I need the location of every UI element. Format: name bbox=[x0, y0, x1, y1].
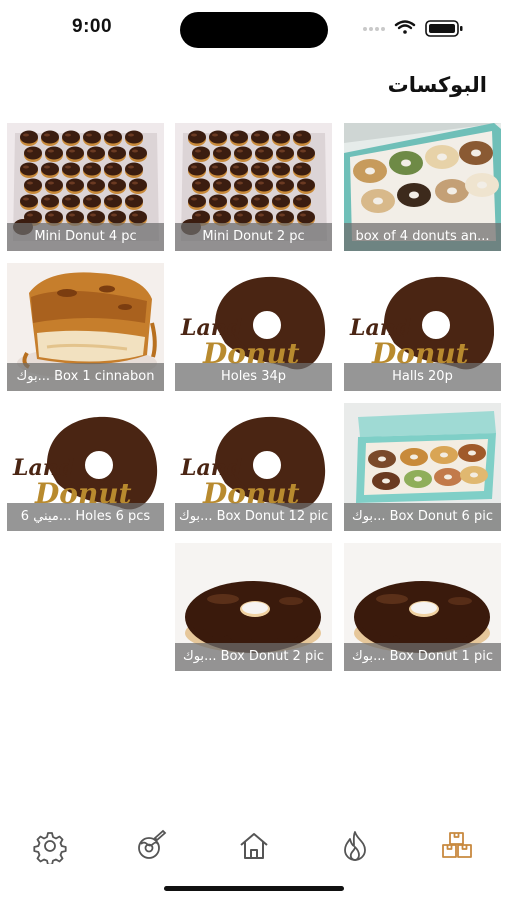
home-icon bbox=[240, 833, 268, 859]
donut-pen-icon bbox=[138, 829, 167, 859]
product-name: Holes 34p bbox=[175, 363, 332, 391]
product-card[interactable]: بوك... Box Donut 6 pic bbox=[344, 403, 501, 531]
tab-home[interactable] bbox=[236, 828, 272, 864]
product-card[interactable]: Mini Donut 2 pc bbox=[175, 123, 332, 251]
product-name: بوك... Box 1 cinnabon bbox=[7, 363, 164, 391]
product-card[interactable]: Land Donut Halls 20p bbox=[344, 263, 501, 391]
product-name: بوك... Box Donut 2 pic bbox=[175, 643, 332, 671]
flame-icon bbox=[344, 831, 366, 861]
product-card[interactable]: Land Donut Holes 34p bbox=[175, 263, 332, 391]
product-card[interactable]: Land Donut بوك... Box Donut 12 pic bbox=[175, 403, 332, 531]
home-indicator[interactable] bbox=[164, 886, 344, 891]
battery-icon bbox=[425, 20, 463, 37]
tab-boxes[interactable] bbox=[439, 828, 475, 864]
product-name: Mini Donut 4 pc bbox=[7, 223, 164, 251]
dynamic-island bbox=[180, 12, 328, 48]
boxes-icon bbox=[442, 832, 472, 858]
product-name: box of 4 donuts an... bbox=[344, 223, 501, 251]
tab-settings[interactable] bbox=[32, 828, 68, 864]
product-name: Halls 20p bbox=[344, 363, 501, 391]
product-card[interactable]: Land Donut ميني 6... Holes 6 pcs bbox=[7, 403, 164, 531]
product-name: ميني 6... Holes 6 pcs bbox=[7, 503, 164, 531]
status-time: 9:00 bbox=[72, 16, 113, 37]
cellular-signal-icon bbox=[363, 27, 385, 31]
tab-bar bbox=[0, 818, 507, 874]
product-name: Mini Donut 2 pc bbox=[175, 223, 332, 251]
product-card[interactable]: بوك... Box 1 cinnabon bbox=[7, 263, 164, 391]
product-name: بوك... Box Donut 1 pic bbox=[344, 643, 501, 671]
product-card[interactable]: بوك... Box Donut 2 pic bbox=[175, 543, 332, 671]
wifi-icon bbox=[394, 20, 416, 34]
page-title: البوكسات bbox=[387, 73, 487, 97]
tab-custom-donut[interactable] bbox=[133, 828, 169, 864]
product-card[interactable]: بوك... Box Donut 1 pic bbox=[344, 543, 501, 671]
gear-icon bbox=[33, 832, 67, 864]
product-name: بوك... Box Donut 6 pic bbox=[344, 503, 501, 531]
status-icons bbox=[362, 17, 472, 39]
tab-hot-offers[interactable] bbox=[337, 828, 373, 864]
status-bar: 9:00 bbox=[0, 0, 507, 60]
product-card[interactable]: Mini Donut 4 pc bbox=[7, 123, 164, 251]
product-card[interactable]: box of 4 donuts an... bbox=[344, 123, 501, 251]
product-name: بوك... Box Donut 12 pic bbox=[175, 503, 332, 531]
